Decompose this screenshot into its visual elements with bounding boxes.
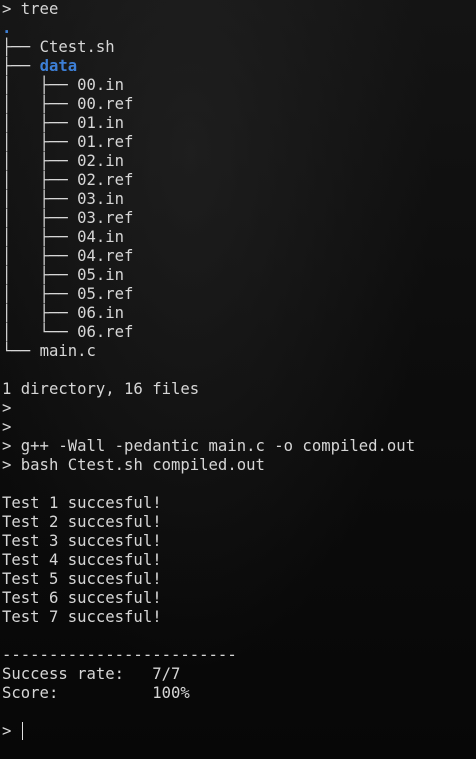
file-name: 02.ref xyxy=(77,171,134,189)
tree-branch: │ ├── xyxy=(2,209,78,227)
test-result-line: Test 1 succesful! xyxy=(2,494,162,512)
test-result-line: Test 7 succesful! xyxy=(2,608,162,626)
tree-entry: │ ├── 02.in xyxy=(2,152,476,171)
tree-branch: │ ├── xyxy=(2,133,78,151)
file-name: 00.in xyxy=(77,76,125,94)
tree-branch: │ ├── xyxy=(2,304,78,322)
tree-entry: │ ├── 00.ref xyxy=(2,95,476,114)
file-name: main.c xyxy=(39,342,96,360)
tree-branch: └── xyxy=(2,342,40,360)
tree-branch: │ ├── xyxy=(2,95,78,113)
tree-branch: ├── xyxy=(2,38,40,56)
tree-entry: │ ├── 03.ref xyxy=(2,209,476,228)
score-line: Score: 100% xyxy=(2,684,476,703)
tree-branch: │ ├── xyxy=(2,152,78,170)
tree-branch: │ ├── xyxy=(2,76,78,94)
file-name: Ctest.sh xyxy=(39,38,115,56)
file-name: 06.in xyxy=(77,304,125,322)
file-name: 03.in xyxy=(77,190,125,208)
tree-branch: │ ├── xyxy=(2,190,78,208)
separator-line: ------------------------- xyxy=(2,646,237,664)
tree-branch: │ ├── xyxy=(2,171,78,189)
active-prompt-line[interactable]: > xyxy=(2,722,476,741)
directory-name: data xyxy=(39,57,78,75)
tree-entry: │ ├── 05.in xyxy=(2,266,476,285)
command-text: g++ -Wall -pedantic main.c -o compiled.o… xyxy=(20,437,416,455)
prompt-symbol: > xyxy=(2,437,12,455)
success-rate-value: 7/7 xyxy=(152,665,181,683)
tree-branch: │ └── xyxy=(2,323,78,341)
file-name: 01.in xyxy=(77,114,125,132)
tree-entry: │ ├── 06.in xyxy=(2,304,476,323)
tree-entry: │ └── 06.ref xyxy=(2,323,476,342)
file-name: 00.ref xyxy=(77,95,134,113)
file-name: 01.ref xyxy=(77,133,134,151)
tree-entry: │ ├── 01.ref xyxy=(2,133,476,152)
tree-entry: │ ├── 04.ref xyxy=(2,247,476,266)
tree-entry: ├── data xyxy=(2,57,476,76)
file-name: 03.ref xyxy=(77,209,134,227)
command-line: > xyxy=(2,418,476,437)
prompt-symbol: > xyxy=(2,399,12,417)
command-text: bash Ctest.sh compiled.out xyxy=(20,456,265,474)
test-result-line: Test 2 succesful! xyxy=(2,513,162,531)
file-name: 05.in xyxy=(77,266,125,284)
command-line: > xyxy=(2,399,476,418)
tree-summary: 1 directory, 16 files xyxy=(2,380,200,398)
command-text: tree xyxy=(20,0,59,18)
score-label: Score: xyxy=(2,684,59,702)
command-line: > g++ -Wall -pedantic main.c -o compiled… xyxy=(2,437,476,456)
tree-entry: │ ├── 03.in xyxy=(2,190,476,209)
tree-branch: │ ├── xyxy=(2,285,78,303)
tree-entry: │ ├── 00.in xyxy=(2,76,476,95)
tree-branch: │ ├── xyxy=(2,114,78,132)
tree-entry: │ ├── 04.in xyxy=(2,228,476,247)
tree-entry: ├── Ctest.sh xyxy=(2,38,476,57)
prompt-symbol: > xyxy=(2,418,12,436)
tree-branch: │ ├── xyxy=(2,228,78,246)
command-line: > tree xyxy=(2,0,476,19)
command-line: > bash Ctest.sh compiled.out xyxy=(2,456,476,475)
file-name: 04.in xyxy=(77,228,125,246)
file-name: 05.ref xyxy=(77,285,134,303)
score-value: 100% xyxy=(152,684,190,702)
success-rate-line: Success rate: 7/7 xyxy=(2,665,476,684)
file-name: 04.ref xyxy=(77,247,134,265)
prompt-symbol: > xyxy=(2,456,12,474)
tree-branch: │ ├── xyxy=(2,266,78,284)
tree-entry: └── main.c xyxy=(2,342,476,361)
tree-entry: │ ├── 02.ref xyxy=(2,171,476,190)
test-result-line: Test 3 succesful! xyxy=(2,532,162,550)
tree-branch: ├── xyxy=(2,57,40,75)
test-result-line: Test 5 succesful! xyxy=(2,570,162,588)
file-name: 06.ref xyxy=(77,323,134,341)
prompt-symbol: > xyxy=(2,0,12,18)
tree-root: . xyxy=(2,19,12,37)
test-result-line: Test 6 succesful! xyxy=(2,589,162,607)
file-name: 02.in xyxy=(77,152,125,170)
success-rate-label: Success rate: xyxy=(2,665,125,683)
tree-entry: │ ├── 05.ref xyxy=(2,285,476,304)
tree-entry: │ ├── 01.in xyxy=(2,114,476,133)
test-result-line: Test 4 succesful! xyxy=(2,551,162,569)
text-cursor xyxy=(21,722,23,740)
tree-branch: │ ├── xyxy=(2,247,78,265)
terminal-output[interactable]: > tree . ├── Ctest.sh ├── data │ ├── 00.i… xyxy=(2,0,476,741)
prompt-symbol: > xyxy=(2,722,12,740)
